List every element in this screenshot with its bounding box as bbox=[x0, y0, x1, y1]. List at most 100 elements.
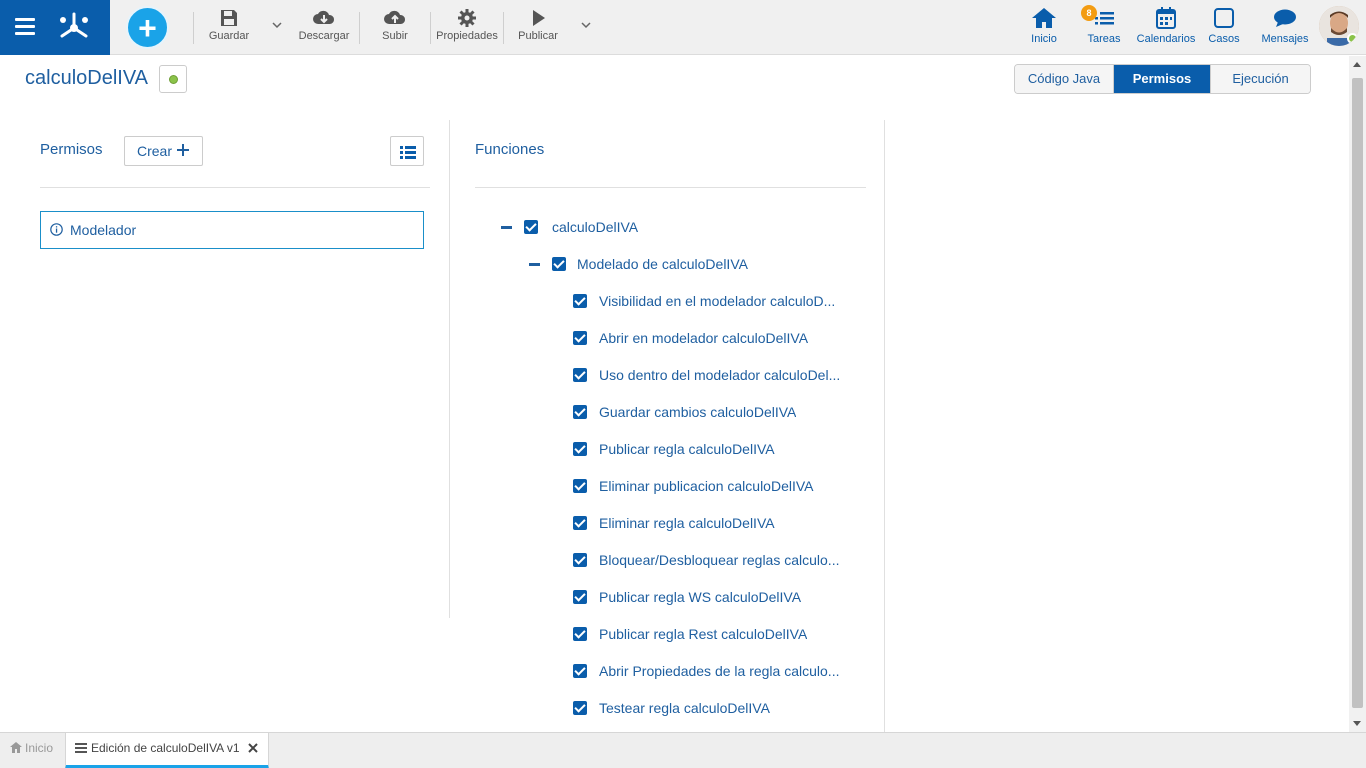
checkbox-function[interactable] bbox=[573, 442, 587, 456]
checkbox-function[interactable] bbox=[573, 590, 587, 604]
tab-codigo-java[interactable]: Código Java bbox=[1015, 65, 1114, 93]
scroll-down-icon[interactable] bbox=[1353, 721, 1361, 726]
tree-node-function[interactable]: Eliminar regla calculoDelIVA bbox=[573, 513, 843, 533]
scroll-thumb[interactable] bbox=[1352, 78, 1363, 708]
properties-button[interactable]: Propiedades bbox=[435, 8, 499, 42]
logo-icon[interactable] bbox=[55, 8, 93, 46]
tree-node-label: Abrir en modelador calculoDelIVA bbox=[599, 330, 809, 346]
create-button[interactable]: Crear bbox=[124, 136, 203, 166]
panel-divider bbox=[884, 120, 885, 732]
tree-node-function[interactable]: Publicar regla Rest calculoDelIVA bbox=[573, 624, 843, 644]
tree-node-function[interactable]: Abrir en modelador calculoDelIVA bbox=[573, 328, 843, 348]
tree-node-function[interactable]: Bloquear/Desbloquear reglas calculo... bbox=[573, 550, 843, 570]
permission-item-modelador[interactable]: Modelador bbox=[40, 211, 424, 249]
checkbox-function[interactable] bbox=[573, 479, 587, 493]
close-icon[interactable] bbox=[248, 743, 258, 753]
tree-node-function[interactable]: Eliminar publicacion calculoDelIVA bbox=[573, 476, 843, 496]
checkbox-function[interactable] bbox=[573, 368, 587, 382]
bottom-tab-bar: Inicio Edición de calculoDelIVA v1 bbox=[0, 732, 1366, 768]
tree-node-function[interactable]: Abrir Propiedades de la regla calculo... bbox=[573, 661, 843, 681]
nav-mensajes[interactable]: Mensajes bbox=[1259, 6, 1311, 45]
cases-icon bbox=[1214, 8, 1234, 28]
brand-area bbox=[0, 0, 110, 55]
nav-casos[interactable]: Casos bbox=[1207, 6, 1241, 45]
tree-node-label: Guardar cambios calculoDelIVA bbox=[599, 404, 797, 420]
tree-node-label: Eliminar publicacion calculoDelIVA bbox=[599, 478, 814, 494]
tree-node-label: Publicar regla WS calculoDelIVA bbox=[599, 589, 802, 605]
funciones-title: Funciones bbox=[475, 141, 545, 158]
tree-node-label: Eliminar regla calculoDelIVA bbox=[599, 515, 775, 531]
checkbox-function[interactable] bbox=[573, 331, 587, 345]
checkbox-function[interactable] bbox=[573, 701, 587, 715]
gear-icon bbox=[458, 9, 476, 27]
checkbox-group[interactable] bbox=[552, 257, 566, 271]
home-icon bbox=[10, 742, 22, 753]
nav-mensajes-label: Mensajes bbox=[1261, 33, 1309, 45]
scroll-up-icon[interactable] bbox=[1353, 62, 1361, 67]
bottom-tab-inicio[interactable]: Inicio bbox=[0, 733, 66, 768]
toolbar-separator bbox=[503, 12, 504, 44]
checkbox-function[interactable] bbox=[573, 664, 587, 678]
user-avatar[interactable] bbox=[1319, 6, 1359, 46]
create-label: Crear bbox=[137, 143, 173, 159]
checkbox-function[interactable] bbox=[573, 553, 587, 567]
plus-icon bbox=[177, 144, 189, 156]
checkbox-function[interactable] bbox=[573, 294, 587, 308]
publish-button[interactable]: Publicar bbox=[515, 8, 561, 42]
tree-node-root[interactable]: calculoDelIVA bbox=[501, 217, 638, 237]
nav-calendarios[interactable]: Calendarios bbox=[1135, 6, 1197, 45]
list-icon bbox=[400, 146, 416, 159]
publish-label: Publicar bbox=[518, 30, 558, 42]
home-icon bbox=[1032, 8, 1056, 28]
save-label: Guardar bbox=[208, 30, 250, 42]
tree-node-group[interactable]: Modelado de calculoDelIVA bbox=[529, 254, 748, 274]
bottom-tab-label: Inicio bbox=[25, 741, 54, 755]
tab-ejecucion[interactable]: Ejecución bbox=[1211, 65, 1310, 93]
cloud-download-icon bbox=[313, 10, 335, 24]
tree-node-label: Testear regla calculoDelIVA bbox=[599, 700, 770, 716]
panel-divider bbox=[449, 120, 450, 618]
list-view-button[interactable] bbox=[390, 136, 424, 166]
play-icon bbox=[533, 10, 545, 26]
checkbox-function[interactable] bbox=[573, 405, 587, 419]
collapse-icon[interactable] bbox=[529, 262, 540, 266]
vertical-scrollbar[interactable] bbox=[1349, 56, 1366, 732]
toolbar-separator bbox=[359, 12, 360, 44]
list-icon bbox=[75, 743, 87, 753]
upload-label: Subir bbox=[382, 30, 408, 42]
checkbox-function[interactable] bbox=[573, 516, 587, 530]
tab-permisos[interactable]: Permisos bbox=[1114, 65, 1211, 93]
upload-button[interactable]: Subir bbox=[376, 8, 414, 42]
tree-node-function[interactable]: Visibilidad en el modelador calculoD... bbox=[573, 291, 843, 311]
tree-node-function[interactable]: Publicar regla WS calculoDelIVA bbox=[573, 587, 843, 607]
nav-inicio[interactable]: Inicio bbox=[1027, 6, 1061, 45]
nav-tareas[interactable]: 8 Tareas bbox=[1081, 5, 1123, 45]
add-button[interactable]: + bbox=[126, 6, 169, 49]
chevron-down-icon[interactable] bbox=[579, 18, 593, 32]
tree-node-label: Bloquear/Desbloquear reglas calculo... bbox=[599, 552, 840, 568]
save-button[interactable]: Guardar bbox=[205, 8, 253, 42]
tree-node-function[interactable]: Publicar regla calculoDelIVA bbox=[573, 439, 843, 459]
tree-node-function[interactable]: Uso dentro del modelador calculoDel... bbox=[573, 365, 843, 385]
hamburger-menu-icon[interactable] bbox=[15, 18, 35, 35]
chat-bubble-icon bbox=[1274, 9, 1296, 27]
collapse-icon[interactable] bbox=[501, 225, 512, 229]
floppy-disk-icon bbox=[221, 10, 237, 26]
cloud-upload-icon bbox=[384, 10, 406, 24]
chevron-down-icon[interactable] bbox=[270, 18, 284, 32]
page-title: calculoDelIVA bbox=[25, 67, 149, 89]
checkbox-function[interactable] bbox=[573, 627, 587, 641]
top-bar: + Guardar Descargar Subir Propiedades Pu… bbox=[0, 0, 1366, 55]
toolbar-separator bbox=[430, 12, 431, 44]
tree-node-function[interactable]: Testear regla calculoDelIVA bbox=[573, 698, 843, 718]
view-tabs: Código Java Permisos Ejecución bbox=[1014, 64, 1311, 94]
bottom-tab-edicion[interactable]: Edición de calculoDelIVA v1 bbox=[65, 733, 269, 768]
tree-node-label: Publicar regla Rest calculoDelIVA bbox=[599, 626, 808, 642]
download-button[interactable]: Descargar bbox=[297, 8, 351, 42]
toolbar-separator bbox=[193, 12, 194, 44]
checkbox-root[interactable] bbox=[524, 220, 538, 234]
download-label: Descargar bbox=[298, 30, 350, 42]
calendar-icon bbox=[1156, 7, 1176, 29]
status-button[interactable] bbox=[159, 65, 187, 93]
tree-node-function[interactable]: Guardar cambios calculoDelIVA bbox=[573, 402, 843, 422]
